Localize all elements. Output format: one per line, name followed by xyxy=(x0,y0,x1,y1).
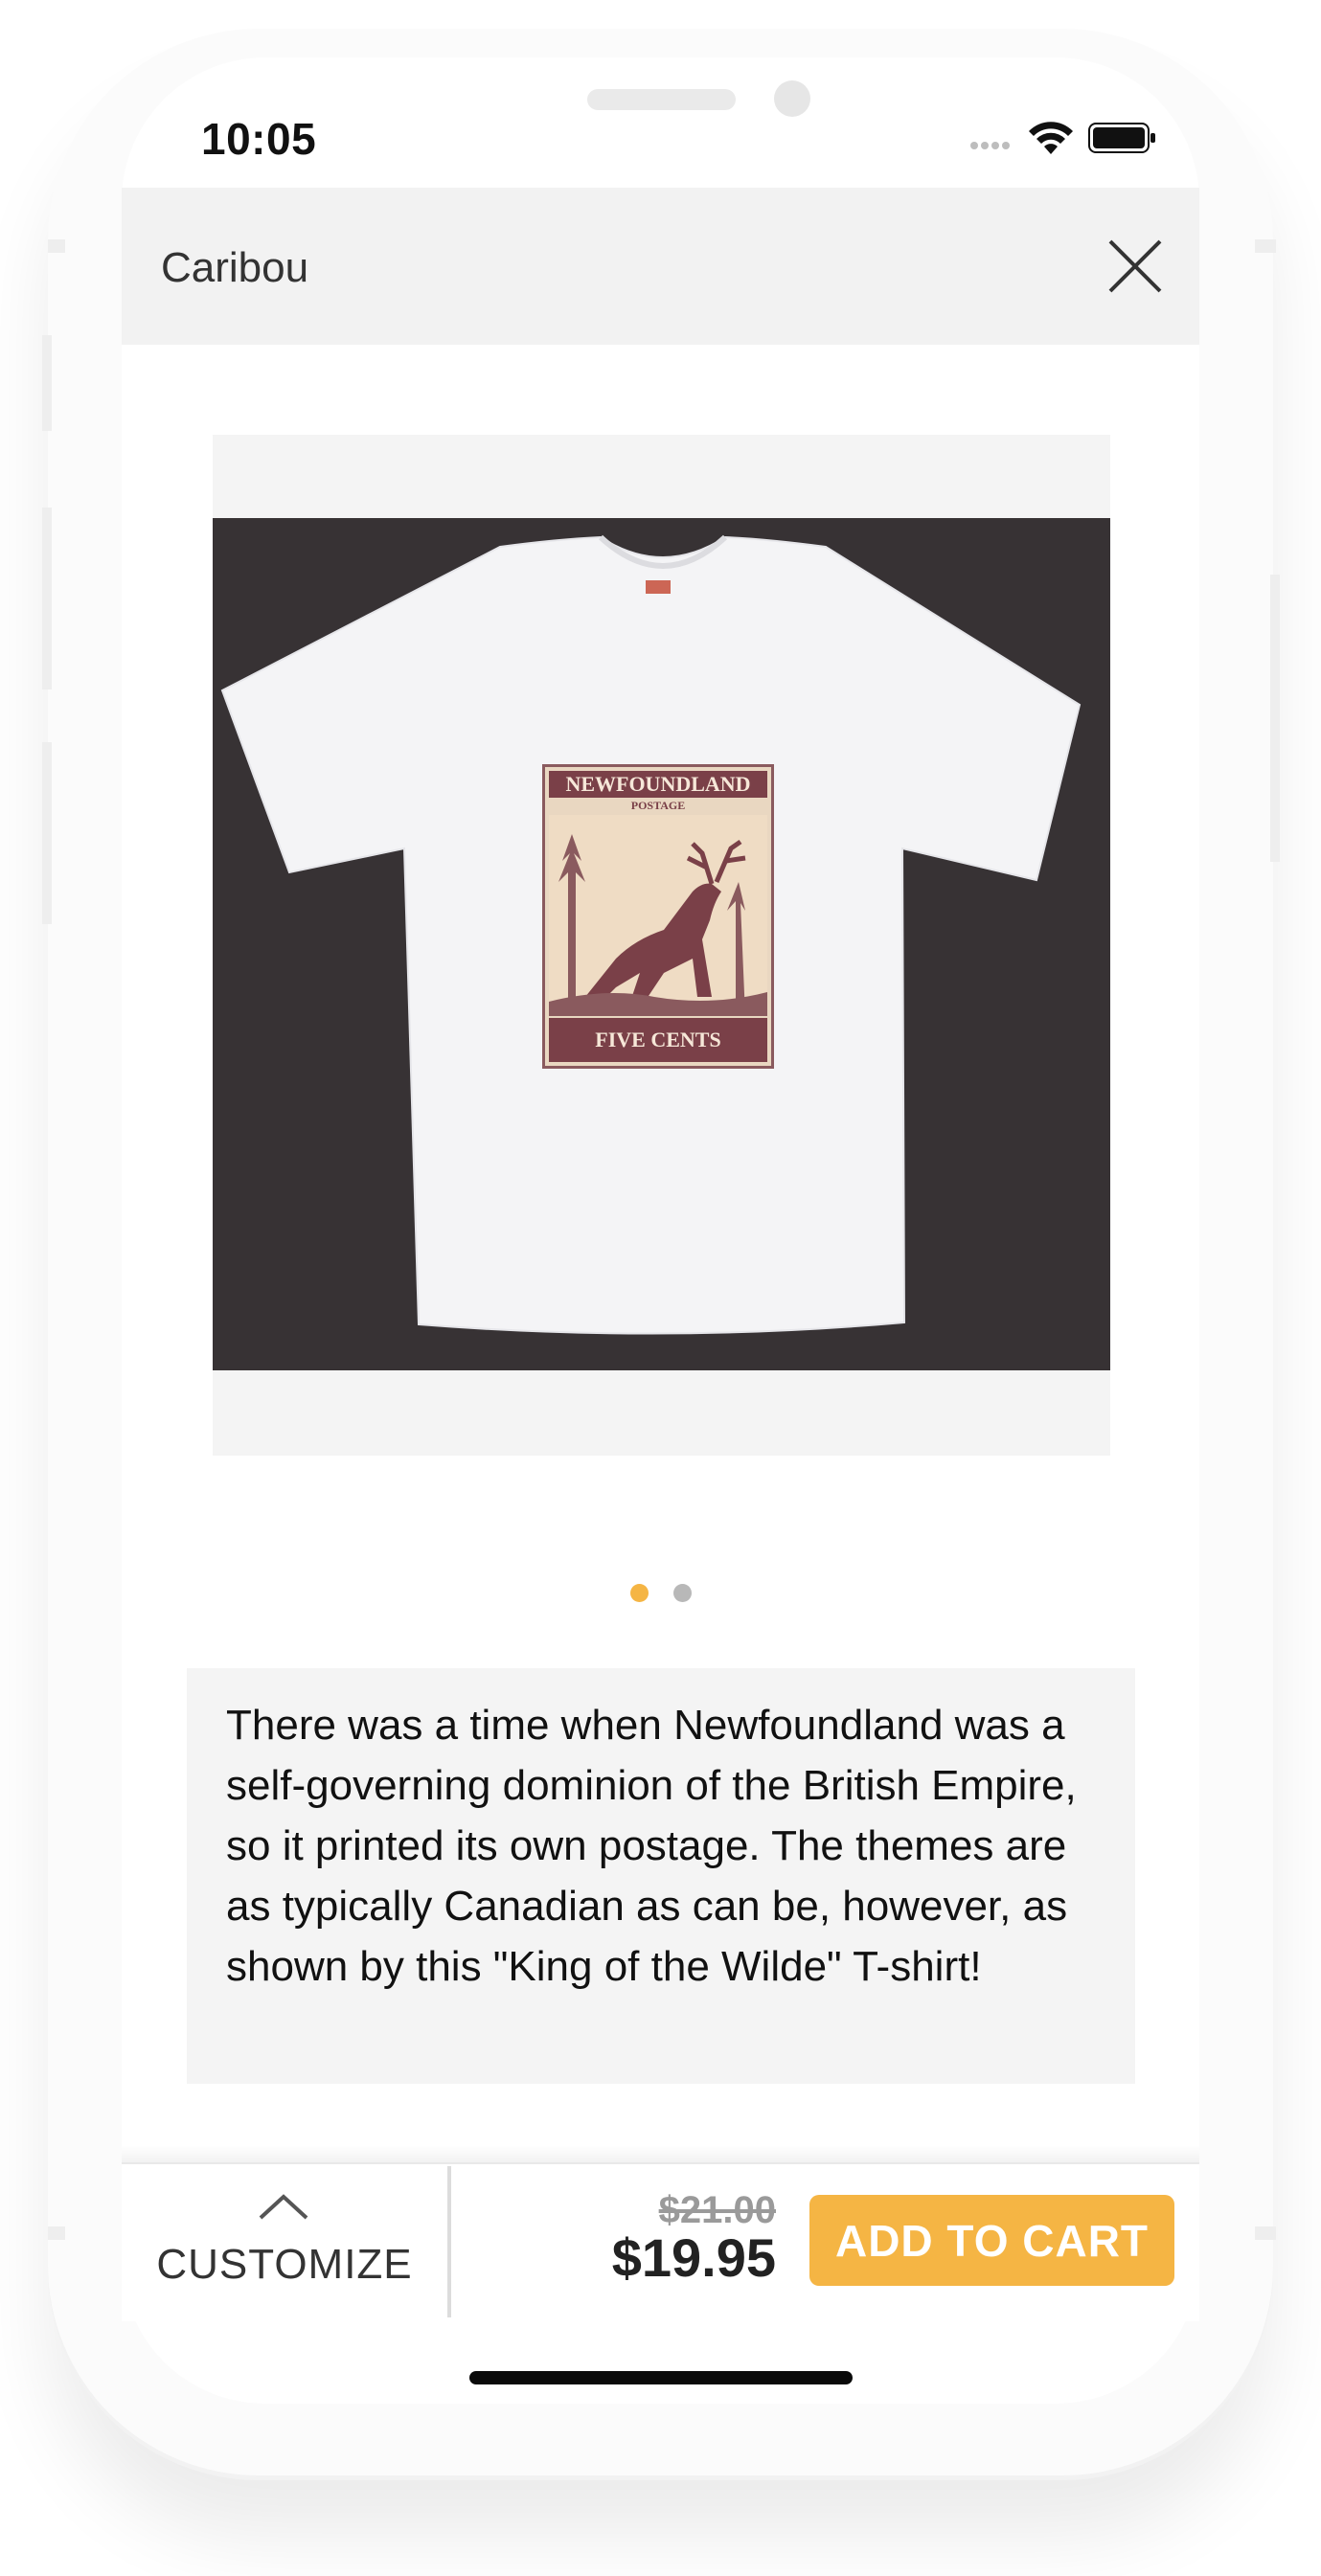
side-button-left-2 xyxy=(42,335,52,431)
stamp-bottom-text: FIVE CENTS xyxy=(549,1018,767,1062)
stamp-top-text: NEWFOUNDLAND xyxy=(549,771,767,798)
product-image[interactable]: NEWFOUNDLAND POSTAGE FIVE CENTS xyxy=(213,518,1110,1370)
side-button-left-5 xyxy=(48,2226,65,2240)
action-bar-shadow xyxy=(122,2145,1199,2164)
add-to-cart-button[interactable]: ADD TO CART xyxy=(809,2195,1174,2286)
chevron-up-icon xyxy=(259,2194,308,2220)
stamp-graphic: NEWFOUNDLAND POSTAGE FIVE CENTS xyxy=(542,764,774,1069)
side-button-right-3 xyxy=(1255,2226,1276,2240)
front-camera xyxy=(774,80,810,117)
side-button-right-2 xyxy=(1270,575,1280,862)
product-description: There was a time when Newfoundland was a… xyxy=(226,1702,1077,1990)
customize-label: CUSTOMIZE xyxy=(156,2241,413,2288)
battery-icon xyxy=(1088,123,1155,153)
side-button-left-4 xyxy=(42,742,52,924)
status-time: 10:05 xyxy=(201,114,317,164)
side-button-right-1 xyxy=(1255,239,1276,253)
side-button-left-1 xyxy=(48,239,65,253)
side-button-left-3 xyxy=(42,508,52,689)
carousel-dot-active[interactable] xyxy=(630,1584,649,1602)
speaker-grille xyxy=(587,89,736,110)
caribou-icon xyxy=(549,815,767,1016)
stamp-sub-text: POSTAGE xyxy=(630,799,686,812)
close-icon[interactable] xyxy=(1106,237,1164,295)
home-indicator[interactable] xyxy=(469,2371,853,2384)
product-title: Caribou xyxy=(161,244,309,291)
action-bar-divider xyxy=(447,2166,451,2317)
wifi-icon xyxy=(1029,122,1073,154)
carousel-dot[interactable] xyxy=(673,1584,692,1602)
signal-icon xyxy=(970,142,1010,149)
sale-price: $19.95 xyxy=(611,2227,776,2288)
